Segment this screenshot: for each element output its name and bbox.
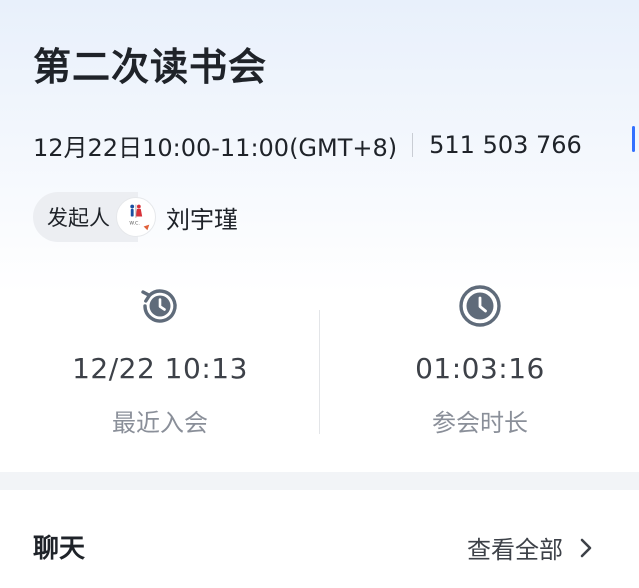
view-all-label: 查看全部 (467, 536, 563, 564)
host-row[interactable]: 发起人 W.C. 刘宇瑾 (33, 192, 238, 242)
recent-join-label: 最近入会 (112, 409, 208, 437)
meeting-time: 12月22日10:00-11:00(GMT+8) (33, 133, 398, 162)
history-clock-icon (141, 289, 177, 323)
recent-join-value: 12/22 10:13 (72, 352, 248, 385)
host-name: 刘宇瑾 (166, 205, 238, 234)
duration-stat: 01:03:16 参会时长 (320, 282, 639, 452)
svg-text:W.C.: W.C. (129, 221, 140, 227)
view-all-link[interactable]: 查看全部 (467, 530, 595, 565)
host-avatar[interactable]: W.C. (116, 197, 156, 237)
duration-value: 01:03:16 (415, 352, 545, 385)
meeting-info-row: 12月22日10:00-11:00(GMT+8) 511 503 766 (33, 128, 582, 162)
wc-sign-avatar-icon: W.C. (129, 204, 150, 231)
chat-title: 聊天 (30, 528, 90, 565)
scroll-indicator (632, 126, 635, 152)
meeting-title: 第二次读书会 (33, 45, 268, 89)
attendance-stats: 12/22 10:13 最近入会 01:03:16 参会时长 (0, 282, 639, 452)
recent-join-stat: 12/22 10:13 最近入会 (0, 282, 320, 452)
meta-divider (412, 133, 414, 157)
chevron-right-icon (580, 538, 592, 557)
meeting-id[interactable]: 511 503 766 (429, 131, 582, 159)
duration-label: 参会时长 (432, 409, 528, 437)
clock-icon (459, 285, 501, 327)
host-label: 发起人 (47, 206, 110, 230)
chat-section: 聊天 查看全部 (0, 490, 639, 588)
